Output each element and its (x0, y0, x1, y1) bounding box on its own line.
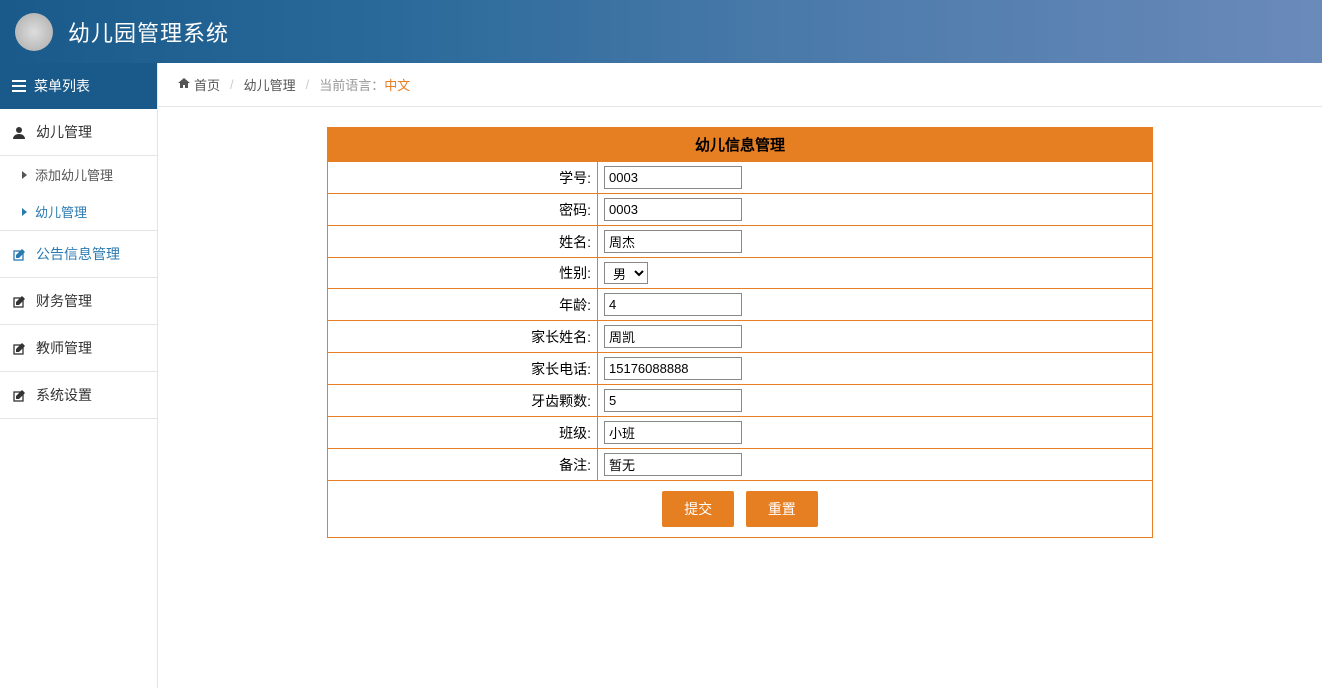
input-student-no[interactable] (604, 166, 742, 189)
input-teeth[interactable] (604, 389, 742, 412)
edit-icon (12, 389, 26, 402)
label-class: 班级: (328, 417, 598, 449)
sidebar-subitem-label: 添加幼儿管理 (35, 165, 113, 184)
menu-header-label: 菜单列表 (34, 76, 90, 96)
submit-button[interactable]: 提交 (662, 491, 734, 527)
input-parent-name[interactable] (604, 325, 742, 348)
select-gender[interactable]: 男 女 (604, 262, 648, 284)
caret-right-icon (22, 208, 27, 216)
edit-icon (12, 248, 26, 261)
sidebar-item-label: 财务管理 (36, 291, 92, 311)
edit-icon (12, 295, 26, 308)
avatar[interactable] (15, 13, 53, 51)
label-parent-name: 家长姓名: (328, 321, 598, 353)
caret-right-icon (22, 171, 27, 179)
sidebar-item-label: 教师管理 (36, 338, 92, 358)
menu-icon (12, 80, 26, 92)
edit-icon (12, 342, 26, 355)
form-title: 幼儿信息管理 (328, 128, 1153, 162)
breadcrumb-sep: / (306, 77, 310, 92)
breadcrumb-home-label: 首页 (194, 75, 220, 94)
app-title: 幼儿园管理系统 (68, 16, 229, 48)
label-gender: 性别: (328, 258, 598, 289)
breadcrumb-lang: 当前语言：中文 (319, 75, 410, 94)
input-password[interactable] (604, 198, 742, 221)
form-table: 幼儿信息管理 学号: 密码: 姓名: 性别: 男 (327, 127, 1153, 538)
label-student-no: 学号: (328, 162, 598, 194)
label-age: 年龄: (328, 289, 598, 321)
content-area: 首页 / 幼儿管理 / 当前语言：中文 幼儿信息管理 学号: 密码: (158, 63, 1322, 688)
breadcrumb-current[interactable]: 幼儿管理 (244, 75, 296, 94)
home-icon (178, 77, 190, 92)
input-name[interactable] (604, 230, 742, 253)
sidebar-item-finance[interactable]: 财务管理 (0, 278, 157, 325)
user-icon (12, 126, 26, 139)
label-teeth: 牙齿颗数: (328, 385, 598, 417)
label-remark: 备注: (328, 449, 598, 481)
sidebar-item-label: 幼儿管理 (36, 122, 92, 142)
sidebar-item-announcement[interactable]: 公告信息管理 (0, 230, 157, 278)
sidebar: 菜单列表 幼儿管理 添加幼儿管理 幼儿管理 公告信息管理 财务管理 (0, 63, 158, 688)
reset-button[interactable]: 重置 (746, 491, 818, 527)
sidebar-subitem-add-child[interactable]: 添加幼儿管理 (0, 156, 157, 193)
label-name: 姓名: (328, 226, 598, 258)
input-age[interactable] (604, 293, 742, 316)
app-header: 幼儿园管理系统 (0, 0, 1322, 63)
input-remark[interactable] (604, 453, 742, 476)
sidebar-item-children[interactable]: 幼儿管理 (0, 109, 157, 156)
breadcrumb: 首页 / 幼儿管理 / 当前语言：中文 (158, 63, 1322, 107)
breadcrumb-lang-value[interactable]: 中文 (384, 78, 410, 93)
sidebar-item-teacher[interactable]: 教师管理 (0, 325, 157, 372)
label-parent-phone: 家长电话: (328, 353, 598, 385)
sidebar-item-label: 系统设置 (36, 385, 92, 405)
input-parent-phone[interactable] (604, 357, 742, 380)
sidebar-item-label: 公告信息管理 (36, 244, 120, 264)
label-password: 密码: (328, 194, 598, 226)
sidebar-subitem-children[interactable]: 幼儿管理 (0, 193, 157, 230)
input-class[interactable] (604, 421, 742, 444)
sidebar-item-settings[interactable]: 系统设置 (0, 372, 157, 419)
breadcrumb-sep: / (230, 77, 234, 92)
sidebar-subitem-label: 幼儿管理 (35, 202, 87, 221)
breadcrumb-lang-label: 当前语言： (319, 78, 384, 93)
breadcrumb-home[interactable]: 首页 (178, 75, 220, 94)
menu-header: 菜单列表 (0, 63, 157, 109)
